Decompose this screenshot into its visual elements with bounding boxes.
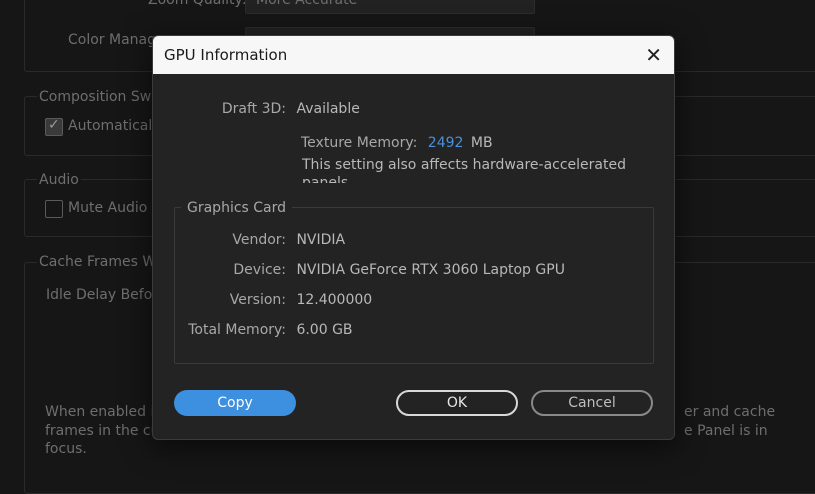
idle-delay-label: Idle Delay Before	[46, 287, 167, 303]
device-row: Device: NVIDIA GeForce RTX 3060 Laptop G…	[153, 262, 565, 278]
texture-memory-row: Texture Memory: 2492 MB	[301, 135, 493, 151]
cache-description-right2: e Panel is in	[684, 423, 768, 439]
close-icon[interactable]: ✕	[645, 45, 662, 65]
cache-description-line1: When enabled in	[45, 404, 164, 420]
version-row: Version: 12.400000	[153, 292, 372, 308]
copy-button[interactable]: Copy	[174, 390, 296, 416]
graphics-card-group	[174, 207, 654, 364]
zoom-quality-value: More Accurate	[256, 0, 358, 8]
dialog-titlebar: GPU Information ✕	[153, 36, 674, 74]
texture-memory-label: Texture Memory:	[301, 135, 418, 151]
vendor-row: Vendor: NVIDIA	[153, 232, 345, 248]
vendor-value: NVIDIA	[296, 232, 346, 248]
texture-note-text2: panels.	[302, 175, 353, 183]
automatically-label: Automatically	[68, 118, 165, 134]
vendor-label: Vendor:	[232, 232, 286, 248]
texture-note-line1: This setting also affects hardware-accel…	[302, 157, 626, 173]
cache-description-line3: focus.	[45, 441, 87, 457]
device-value: NVIDIA GeForce RTX 3060 Laptop GPU	[296, 262, 565, 278]
gpu-information-dialog: GPU Information ✕ Draft 3D: Available Te…	[152, 35, 675, 440]
audio-title: Audio	[37, 172, 81, 188]
version-value: 12.400000	[296, 292, 373, 308]
texture-memory-unit: MB	[470, 135, 493, 151]
version-label: Version:	[229, 292, 286, 308]
mute-audio-label: Mute Audio W	[68, 200, 166, 216]
graphics-card-title: Graphics Card	[181, 200, 293, 216]
zoom-quality-label: Zoom Quality:	[148, 0, 247, 8]
texture-memory-value[interactable]: 2492	[428, 135, 464, 151]
cancel-button[interactable]: Cancel	[531, 390, 653, 416]
mute-audio-checkbox[interactable]	[45, 200, 63, 218]
device-label: Device:	[233, 262, 286, 278]
texture-note-line2: panels.	[302, 175, 353, 183]
zoom-quality-dropdown[interactable]: More Accurate	[245, 0, 535, 14]
cache-description-line2: frames in the cur	[45, 423, 166, 439]
ok-button[interactable]: OK	[396, 390, 518, 416]
total-memory-label: Total Memory:	[188, 322, 286, 338]
automatically-checkbox[interactable]	[45, 117, 63, 136]
draft3d-row: Draft 3D: Available	[153, 101, 360, 117]
composition-switch-title: Composition Switc	[37, 89, 171, 105]
texture-note-text1: This setting also affects hardware-accel…	[302, 157, 626, 173]
color-manage-label: Color Manage	[68, 32, 165, 48]
dialog-title: GPU Information	[164, 46, 288, 64]
cache-description-right1: er and cache	[684, 404, 776, 420]
total-memory-row: Total Memory: 6.00 GB	[153, 322, 353, 338]
draft3d-label: Draft 3D:	[221, 101, 286, 117]
draft3d-value: Available	[296, 101, 360, 117]
total-memory-value: 6.00 GB	[296, 322, 353, 338]
